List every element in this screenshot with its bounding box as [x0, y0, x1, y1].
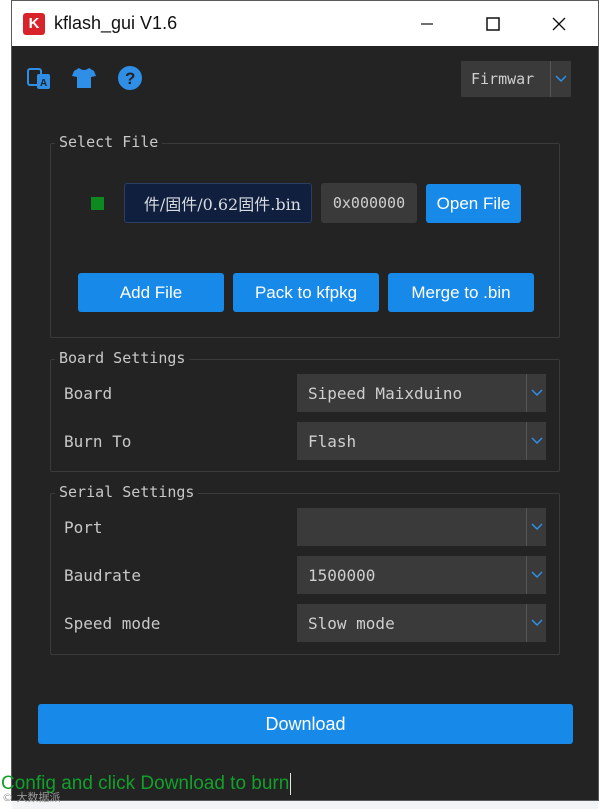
svg-text:A: A	[40, 78, 47, 89]
translate-icon[interactable]: A	[25, 64, 53, 92]
download-button[interactable]: Download	[38, 704, 573, 744]
port-select[interactable]	[297, 508, 546, 546]
file-path-input[interactable]: 件/固件/0.62固件.bin	[124, 183, 312, 223]
open-file-button[interactable]: Open File	[426, 184, 521, 223]
file-enabled-indicator[interactable]	[91, 197, 104, 210]
maximize-icon	[486, 16, 500, 31]
chevron-down-icon	[526, 374, 546, 412]
tshirt-icon[interactable]	[70, 64, 98, 92]
window-title: kflash_gui V1.6	[54, 13, 178, 33]
maximize-button[interactable]	[470, 1, 516, 46]
chevron-down-icon	[526, 508, 546, 546]
burn-to-label: Burn To	[64, 432, 132, 451]
burn-to-select[interactable]: Flash	[297, 422, 546, 460]
select-file-title: Select File	[55, 133, 163, 151]
board-settings-title: Board Settings	[55, 349, 190, 367]
minimize-icon	[421, 22, 433, 25]
add-file-button[interactable]: Add File	[78, 273, 224, 312]
board-label: Board	[64, 384, 113, 403]
speed-mode-select[interactable]: Slow mode	[297, 604, 546, 642]
chevron-down-icon	[526, 604, 546, 642]
board-select[interactable]: Sipeed Maixduino	[297, 374, 546, 412]
svg-text:?: ?	[125, 69, 135, 88]
board-select-value: Sipeed Maixduino	[308, 383, 463, 403]
close-button[interactable]	[536, 1, 582, 46]
mode-select[interactable]: Firmwar	[461, 61, 571, 97]
serial-settings-title: Serial Settings	[55, 483, 199, 501]
chevron-down-icon	[526, 422, 546, 460]
baudrate-select-value: 1500000	[308, 565, 376, 585]
pack-kfpkg-button[interactable]: Pack to kfpkg	[233, 273, 379, 312]
speed-mode-select-value: Slow mode	[308, 613, 395, 633]
burn-to-select-value: Flash	[308, 431, 357, 451]
close-icon	[552, 17, 566, 30]
baudrate-select[interactable]: 1500000	[297, 556, 546, 594]
chevron-down-icon	[550, 61, 571, 97]
app-logo-icon: K	[23, 12, 45, 35]
title-bar[interactable]: K kflash_gui V1.6	[12, 1, 598, 46]
minimize-button[interactable]	[404, 1, 450, 46]
chevron-down-icon	[526, 556, 546, 594]
watermark: © 大数据派	[2, 791, 61, 804]
speed-mode-label: Speed mode	[64, 614, 161, 633]
background-window-right	[598, 0, 610, 809]
merge-bin-button[interactable]: Merge to .bin	[388, 273, 534, 312]
baudrate-label: Baudrate	[64, 566, 142, 585]
mode-select-value: Firmwar	[471, 70, 535, 88]
help-icon[interactable]: ?	[116, 64, 144, 92]
kflash-window: K kflash_gui V1.6 A ? Firmwar Select Fil…	[11, 0, 599, 801]
text-caret	[290, 773, 292, 795]
port-label: Port	[64, 518, 103, 537]
address-input[interactable]: 0x000000	[321, 183, 417, 223]
